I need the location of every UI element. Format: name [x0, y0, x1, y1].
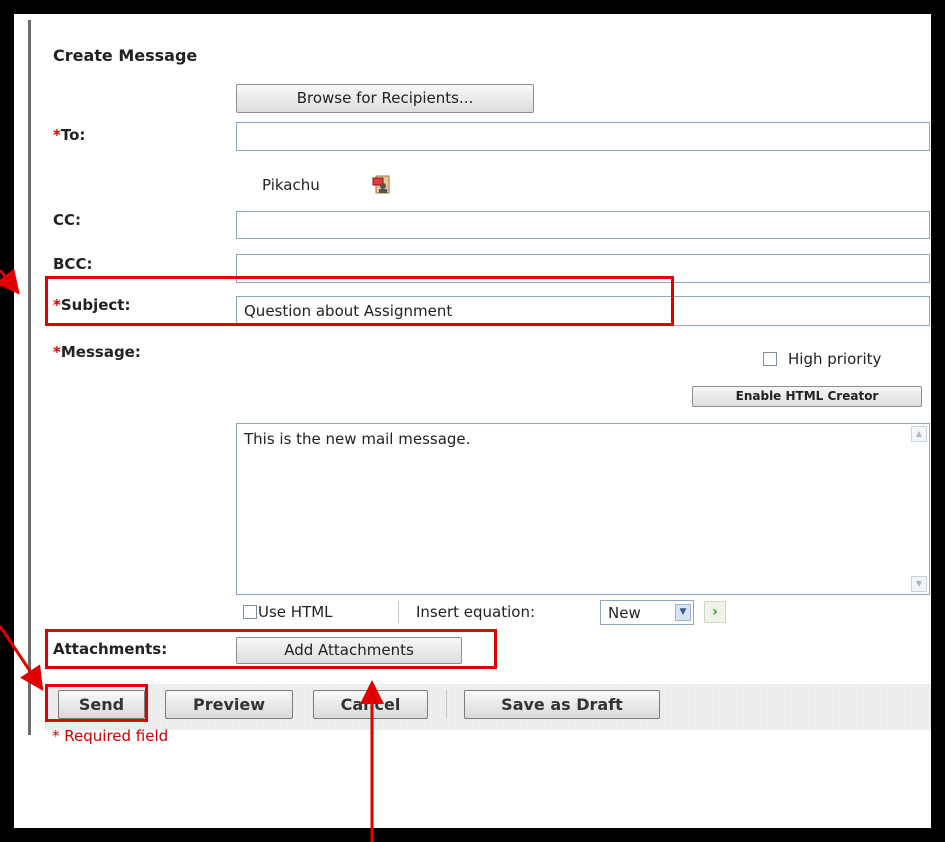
arrow-to-subject [0, 268, 20, 295]
screenshot-root: { "form": { "title": "Create Message", "… [0, 0, 945, 842]
annotation-arrows [0, 268, 384, 842]
arrow-to-send [0, 625, 44, 691]
